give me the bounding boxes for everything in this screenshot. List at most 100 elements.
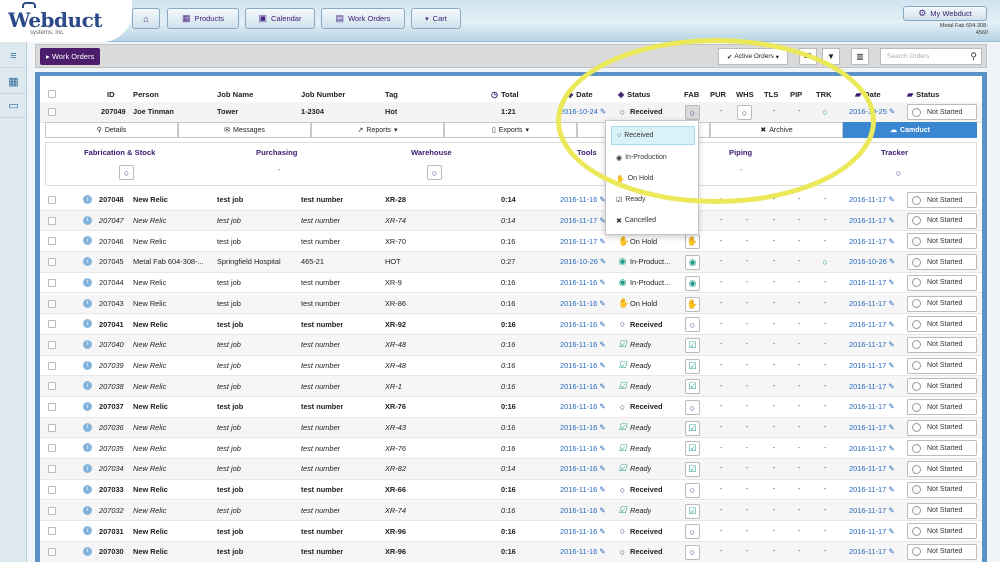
ship-date-link[interactable]: 2016-11-17 ✎	[849, 542, 895, 562]
ship-status-button[interactable]: Not Started	[907, 502, 977, 519]
ship-status-button[interactable]: Not Started	[907, 316, 977, 333]
edit-icon[interactable]: ✎	[597, 361, 605, 370]
col-job-number[interactable]: Job Number	[301, 86, 345, 102]
order-date-link[interactable]: 2016-11-16 ✎	[560, 459, 606, 479]
order-status[interactable]: ☑ Ready	[618, 501, 651, 521]
table-row[interactable]: i 207031 New Relic test job test number XR-96…	[40, 521, 982, 542]
row-checkbox[interactable]	[48, 237, 56, 246]
edit-icon[interactable]: ✎	[597, 444, 605, 453]
col-status[interactable]: ◈ Status	[618, 86, 650, 102]
fab-stage-toggle[interactable]: ○	[685, 317, 700, 333]
status-option-cancelled[interactable]: ✖ Cancelled	[611, 211, 695, 230]
order-status[interactable]: ○ Received	[618, 521, 663, 541]
edit-icon[interactable]: ✎	[597, 527, 605, 536]
info-icon[interactable]: i	[83, 422, 92, 432]
ship-date-link[interactable]: 2016-11-17 ✎	[849, 501, 895, 521]
edit-icon[interactable]: ✎	[886, 216, 894, 225]
table-row[interactable]: i 207048 New Relic test job test number XR-28…	[40, 190, 982, 211]
active-orders-dropdown[interactable]: ✔ Active Orders ▾	[718, 48, 788, 65]
fab-stage-toggle[interactable]: ☑	[685, 441, 700, 457]
tab-details[interactable]: ⚲ Details	[45, 122, 178, 138]
table-row[interactable]: i 207032 New Relic test job test number XR-74…	[40, 500, 982, 522]
col-fab[interactable]: FAB	[684, 86, 699, 102]
ship-status-button[interactable]: Not Started	[907, 233, 977, 250]
ship-status-button[interactable]: Not Started	[907, 274, 977, 291]
order-status[interactable]: ○ Received	[618, 480, 663, 500]
order-date-link[interactable]: 2016-11-16 ✎	[560, 542, 606, 562]
col-ship-date[interactable]: ▰ Date	[855, 86, 881, 102]
edit-icon[interactable]: ✎	[886, 299, 894, 308]
nav-products-button[interactable]: ▦ Products	[167, 8, 239, 29]
order-date-link[interactable]: 2016-11-16 ✎	[560, 273, 606, 293]
row-checkbox[interactable]	[48, 108, 56, 116]
edit-icon[interactable]: ✎	[597, 299, 605, 308]
stage-fabrication-toggle[interactable]: ○	[119, 165, 134, 180]
order-status[interactable]: ○ Received	[618, 542, 663, 562]
edit-icon[interactable]: ✎	[597, 423, 605, 432]
edit-icon[interactable]: ✎	[886, 464, 894, 473]
info-icon[interactable]: i	[83, 526, 92, 536]
edit-icon[interactable]: ✎	[597, 340, 605, 349]
page-size-select[interactable]: 25	[799, 48, 817, 65]
fab-stage-toggle[interactable]: ✋	[685, 234, 700, 250]
ship-status-button[interactable]: Not Started	[907, 336, 977, 353]
row-checkbox[interactable]	[48, 278, 56, 287]
edit-icon[interactable]: ✎	[886, 506, 894, 515]
briefcase-icon[interactable]: ▭	[0, 94, 27, 118]
status-option-received[interactable]: ○ Received	[611, 126, 695, 145]
fab-stage-toggle[interactable]: ◉	[685, 275, 700, 291]
order-date-link[interactable]: 2016-11-16 ✎	[560, 438, 606, 458]
order-status[interactable]: ◉ In-Product...	[618, 273, 671, 293]
edit-icon[interactable]: ✎	[886, 485, 894, 494]
info-icon[interactable]: i	[83, 236, 92, 246]
order-status[interactable]: ○ Received	[618, 102, 663, 122]
edit-icon[interactable]: ✎	[886, 361, 894, 370]
ship-status-button[interactable]: Not Started	[907, 192, 977, 208]
table-row[interactable]: i 207036 New Relic test job test number XR-43…	[40, 417, 982, 439]
ship-status-button[interactable]: Not Started	[907, 481, 977, 498]
order-status[interactable]: ✋ On Hold	[618, 294, 657, 314]
info-icon[interactable]: i	[83, 464, 92, 474]
col-date[interactable]: ◈ Date	[567, 86, 593, 102]
edit-icon[interactable]: ✎	[886, 402, 894, 411]
order-status[interactable]: ☑ Ready	[618, 459, 651, 479]
ship-date-link[interactable]: 2016-10-25 ✎	[849, 102, 895, 122]
status-option-ready[interactable]: ☑ Ready	[611, 190, 695, 209]
edit-icon[interactable]: ✎	[886, 444, 894, 453]
col-job-name[interactable]: Job Name	[217, 86, 253, 102]
table-row[interactable]: i 207033 New Relic test job test number XR-66…	[40, 480, 982, 501]
order-status[interactable]: ☑ Ready	[618, 335, 651, 355]
edit-icon[interactable]: ✎	[886, 547, 894, 556]
trk-stage-icon[interactable]: ○	[818, 102, 832, 122]
fab-stage-toggle[interactable]: ○	[685, 400, 700, 415]
order-date-link[interactable]: 2016-10-24 ✎	[560, 102, 606, 122]
row-checkbox[interactable]	[48, 382, 56, 391]
calculator-icon[interactable]: ▦	[0, 70, 27, 94]
fab-stage-toggle[interactable]: ○	[685, 524, 700, 540]
ship-status-button[interactable]: Not Started	[907, 378, 977, 395]
ship-date-link[interactable]: 2016-11-17 ✎	[849, 294, 895, 314]
order-date-link[interactable]: 2016-10-26 ✎	[560, 252, 606, 272]
trk-stage-icon[interactable]: ○	[818, 252, 832, 272]
col-pip[interactable]: PIP	[790, 86, 802, 102]
info-icon[interactable]: i	[83, 257, 92, 267]
info-icon[interactable]: i	[83, 319, 92, 329]
order-date-link[interactable]: 2016-11-16 ✎	[560, 190, 606, 210]
col-tag[interactable]: Tag	[385, 86, 398, 102]
order-date-link[interactable]: 2016-11-16 ✎	[560, 376, 606, 396]
ship-date-link[interactable]: 2016-11-17 ✎	[849, 376, 895, 396]
ship-date-link[interactable]: 2016-11-17 ✎	[849, 335, 895, 355]
ship-date-link[interactable]: 2016-11-17 ✎	[849, 314, 895, 334]
row-checkbox[interactable]	[48, 423, 56, 432]
col-total[interactable]: ◷ Total	[491, 86, 519, 102]
work-orders-section-button[interactable]: ▸ Work Orders	[40, 48, 101, 65]
col-whs[interactable]: WHS	[736, 86, 754, 102]
ship-date-link[interactable]: 2016-11-17 ✎	[849, 397, 895, 417]
info-icon[interactable]: i	[83, 484, 92, 494]
order-status[interactable]: ☑ Ready	[618, 376, 651, 396]
edit-icon[interactable]: ✎	[886, 195, 894, 204]
table-row[interactable]: i 207034 New Relic test job test number XR-82…	[40, 459, 982, 480]
ship-status-button[interactable]: Not Started	[907, 419, 977, 436]
edit-icon[interactable]: ✎	[887, 107, 895, 116]
table-row[interactable]: i 207046 New Relic test job test number XR-70…	[40, 231, 982, 253]
